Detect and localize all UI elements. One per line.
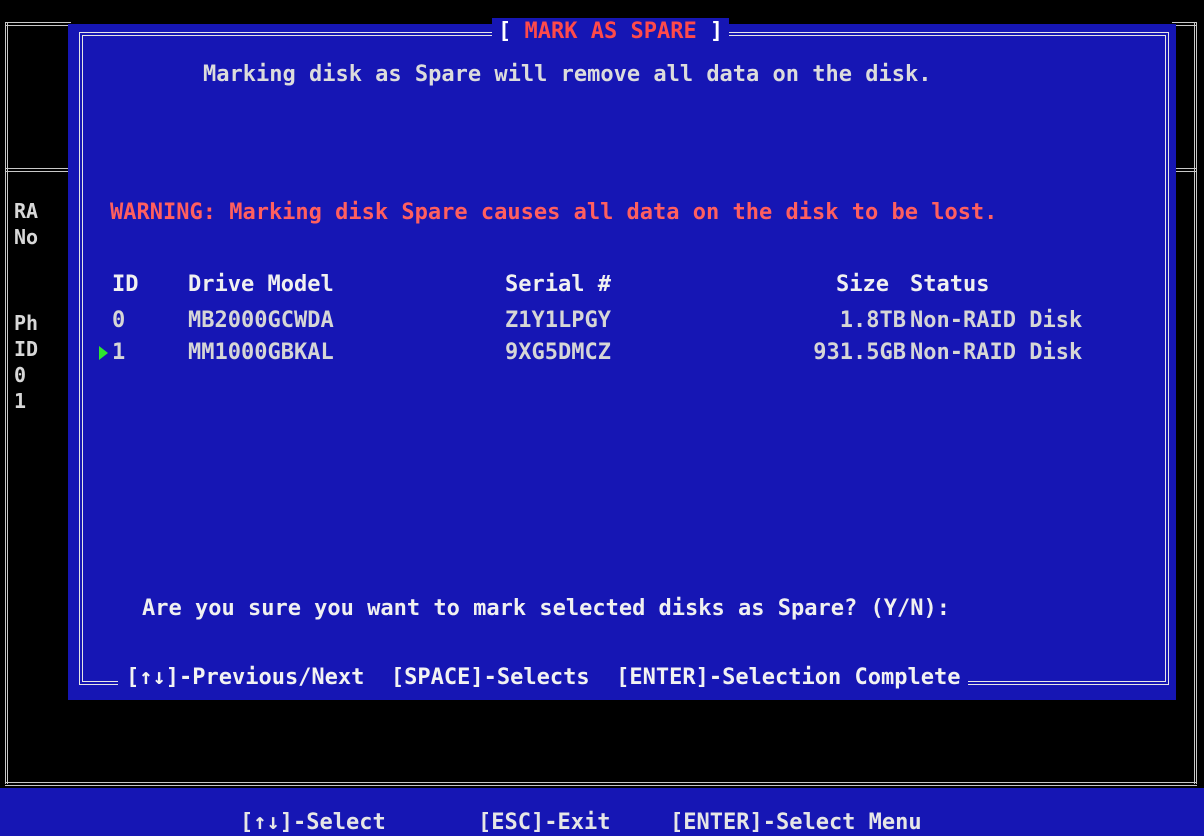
column-header-status: Status bbox=[910, 272, 990, 297]
background-bottom-border bbox=[5, 782, 1197, 786]
disk-size: 931.5GB bbox=[813, 340, 906, 365]
status-hint-select-menu: [ENTER]-Select Menu bbox=[670, 810, 922, 835]
status-hint-select: [↑↓]-Select bbox=[240, 810, 386, 835]
hint-enter-complete: [ENTER]-Selection Complete bbox=[616, 665, 961, 690]
dialog-subtitle: Marking disk as Spare will remove all da… bbox=[203, 62, 932, 87]
dialog-key-hints: [↑↓]-Previous/Next [SPACE]-Selects [ENTE… bbox=[118, 663, 969, 693]
column-header-id: ID bbox=[112, 272, 139, 297]
hint-space-selects: [SPACE]-Selects bbox=[390, 665, 590, 690]
background-row-1: 1 bbox=[14, 389, 27, 413]
background-divider-left bbox=[5, 168, 71, 172]
status-hint-exit: [ESC]-Exit bbox=[478, 810, 611, 835]
disk-status: Non-RAID Disk bbox=[910, 308, 1083, 333]
column-header-serial: Serial # bbox=[505, 272, 611, 297]
warning-message: WARNING: Marking disk Spare causes all d… bbox=[110, 200, 998, 225]
hint-previous-next: [↑↓]-Previous/Next bbox=[126, 665, 365, 690]
background-label-raid: RA bbox=[14, 199, 39, 223]
background-label-no: No bbox=[14, 225, 39, 249]
dialog-title: [ MARK AS SPARE ] bbox=[492, 18, 730, 46]
disk-size: 1.8TB bbox=[839, 308, 906, 333]
column-header-size: Size bbox=[836, 272, 889, 297]
status-bar: [↑↓]-Select [ESC]-Exit [ENTER]-Select Me… bbox=[0, 788, 1204, 836]
background-top-border-left bbox=[5, 22, 71, 26]
dialog-title-text: MARK AS SPARE bbox=[524, 19, 697, 44]
confirm-prompt[interactable]: Are you sure you want to mark selected d… bbox=[142, 596, 950, 622]
column-header-drive-model: Drive Model bbox=[188, 272, 334, 297]
disk-status: Non-RAID Disk bbox=[910, 340, 1083, 365]
